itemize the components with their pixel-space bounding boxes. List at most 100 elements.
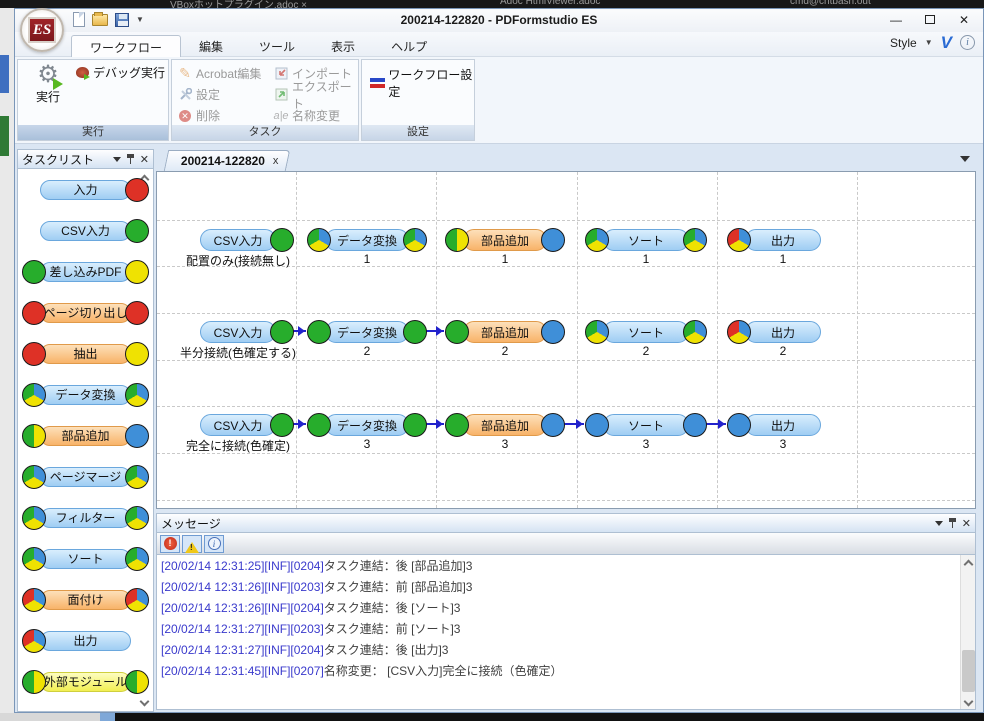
workflow-node[interactable]: 出力 — [727, 320, 839, 344]
task-pill[interactable]: ページマージ — [40, 467, 131, 487]
workflow-node[interactable]: ソート — [585, 413, 707, 437]
connector-pie-gby[interactable] — [22, 506, 46, 530]
connector-pie-gby[interactable] — [585, 228, 609, 252]
connector-pie-rby[interactable] — [727, 228, 751, 252]
connector-half-gy[interactable] — [445, 228, 469, 252]
node-pill[interactable]: データ変換 — [325, 414, 409, 436]
node-pill[interactable]: 出力 — [745, 229, 821, 251]
connector-pie-rby[interactable] — [22, 629, 46, 653]
delete-button[interactable]: ✕ 削除 — [178, 105, 274, 126]
tab-view[interactable]: 表示 — [313, 35, 373, 57]
task-list-item[interactable]: 抽出 — [18, 333, 153, 374]
connector-pie-gby[interactable] — [22, 383, 46, 407]
connector-pie-gby[interactable] — [683, 228, 707, 252]
connector-green[interactable] — [270, 413, 294, 437]
connector-green[interactable] — [403, 413, 427, 437]
connector-yellow[interactable] — [125, 342, 149, 366]
tab-workflow[interactable]: ワークフロー — [71, 35, 181, 57]
task-list-item[interactable]: 差し込みPDF — [18, 251, 153, 292]
task-pill[interactable]: ページ切り出し — [40, 303, 131, 323]
scroll-down-icon[interactable] — [141, 698, 150, 707]
message-log-area[interactable]: [20/02/14 12:31:25][INF][0204]タスク連結：後 [部… — [156, 555, 976, 710]
application-menu-button[interactable]: ES — [20, 8, 64, 52]
node-pill[interactable]: 出力 — [745, 321, 821, 343]
connector-pie-gby[interactable] — [22, 465, 46, 489]
connector-blue[interactable] — [541, 228, 565, 252]
close-button[interactable]: ✕ — [947, 9, 981, 30]
tab-edit[interactable]: 編集 — [181, 35, 241, 57]
panel-menu-icon[interactable] — [935, 521, 943, 530]
connector-pie-gby[interactable] — [125, 547, 149, 571]
workflow-node[interactable]: データ変換 — [307, 413, 427, 437]
node-pill[interactable]: 部品追加 — [463, 229, 547, 251]
connector-green[interactable] — [445, 320, 469, 344]
connector-half-gy[interactable] — [125, 670, 149, 694]
tab-tools[interactable]: ツール — [241, 35, 313, 57]
scroll-up-icon[interactable] — [961, 555, 976, 570]
task-pill[interactable]: 外部モジュール — [40, 672, 131, 692]
connector-pie-rby[interactable] — [727, 320, 751, 344]
workflow-node[interactable]: CSV入力 — [182, 228, 294, 252]
acrobat-edit-button[interactable]: ✎ Acrobat編集 — [178, 63, 274, 84]
workflow-node[interactable]: ソート — [585, 228, 707, 252]
document-tab[interactable]: 200214-122820 x — [164, 150, 290, 171]
panel-close-icon[interactable]: ✕ — [140, 153, 149, 166]
task-pill[interactable]: CSV入力 — [40, 221, 131, 241]
connector-green[interactable] — [445, 413, 469, 437]
workflow-node[interactable]: 出力 — [727, 413, 839, 437]
node-pill[interactable]: 部品追加 — [463, 321, 547, 343]
connector-half-gy[interactable] — [22, 670, 46, 694]
node-pill[interactable]: データ変換 — [325, 229, 409, 251]
task-pill[interactable]: 入力 — [40, 180, 131, 200]
node-pill[interactable]: ソート — [603, 321, 689, 343]
connector-green[interactable] — [270, 228, 294, 252]
connector-green[interactable] — [125, 219, 149, 243]
workflow-node[interactable]: 部品追加 — [445, 228, 565, 252]
connector-pie-gby[interactable] — [125, 383, 149, 407]
export-button[interactable]: エクスポート — [274, 84, 360, 105]
node-pill[interactable]: CSV入力 — [200, 414, 276, 436]
connector-green[interactable] — [307, 320, 331, 344]
node-pill[interactable]: データ変換 — [325, 321, 409, 343]
workflow-settings-button[interactable]: ワークフロー設定 — [370, 66, 474, 100]
task-pill[interactable]: 抽出 — [40, 344, 131, 364]
run-button[interactable]: ⚙ 実行 — [26, 62, 70, 124]
connector-green[interactable] — [22, 711, 46, 713]
style-label[interactable]: Style — [890, 36, 917, 50]
connector-pie-rby[interactable] — [22, 588, 46, 612]
task-pill[interactable]: 面付け — [40, 590, 131, 610]
debug-run-button[interactable]: デバッグ実行 — [76, 64, 165, 81]
scroll-down-icon[interactable] — [961, 694, 976, 709]
task-list-item[interactable] — [18, 702, 153, 712]
tab-list-dropdown-icon[interactable] — [960, 156, 970, 167]
node-pill[interactable]: CSV入力 — [200, 229, 276, 251]
connector-pie-gby[interactable] — [403, 228, 427, 252]
settings-button[interactable]: 設定 — [178, 84, 274, 105]
connector-green[interactable] — [125, 711, 149, 713]
connector-pie-gby[interactable] — [125, 506, 149, 530]
task-list-item[interactable]: フィルター — [18, 497, 153, 538]
error-filter-button[interactable]: ! — [160, 535, 180, 553]
node-pill[interactable]: ソート — [603, 414, 689, 436]
connector-blue[interactable] — [541, 320, 565, 344]
panel-close-icon[interactable]: ✕ — [962, 517, 971, 530]
task-pill[interactable]: 出力 — [40, 631, 131, 651]
connector-green[interactable] — [403, 320, 427, 344]
panel-menu-icon[interactable] — [113, 157, 121, 166]
connector-blue[interactable] — [541, 413, 565, 437]
connector-green[interactable] — [307, 413, 331, 437]
connector-red[interactable] — [125, 178, 149, 202]
workflow-node[interactable]: データ変換 — [307, 320, 427, 344]
connector-half-gy[interactable] — [22, 424, 46, 448]
info-icon[interactable]: i — [960, 35, 975, 50]
task-list-item[interactable]: 外部モジュール — [18, 661, 153, 702]
connector-pie-gby[interactable] — [22, 547, 46, 571]
connector-pie-gby[interactable] — [125, 465, 149, 489]
task-pill[interactable]: ソート — [40, 549, 131, 569]
task-list-item[interactable]: 出力 — [18, 620, 153, 661]
node-pill[interactable]: 出力 — [745, 414, 821, 436]
node-pill[interactable]: 部品追加 — [463, 414, 547, 436]
connector-blue[interactable] — [727, 413, 751, 437]
connector-blue[interactable] — [683, 413, 707, 437]
tab-help[interactable]: ヘルプ — [373, 35, 445, 57]
